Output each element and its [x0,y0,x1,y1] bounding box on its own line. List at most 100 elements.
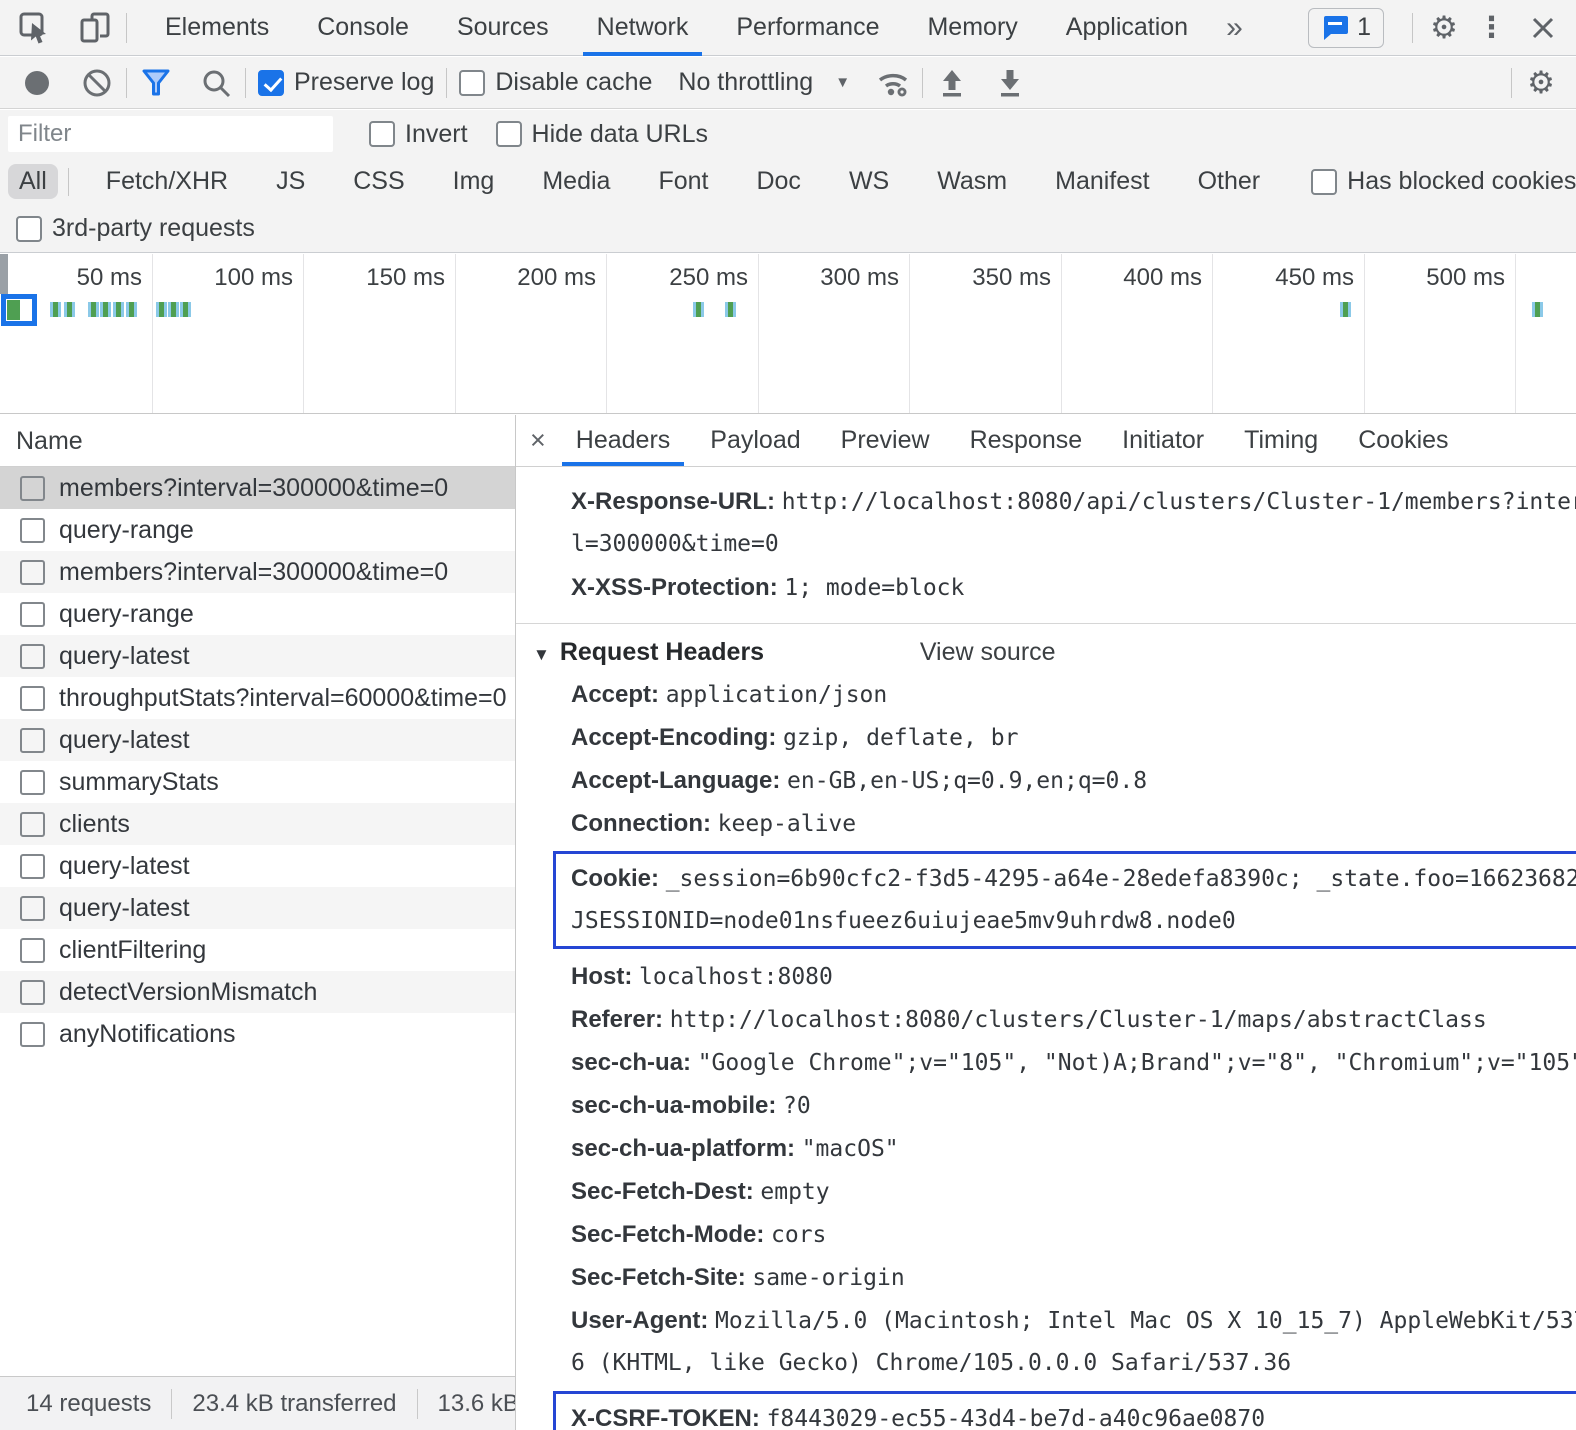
request-row[interactable]: query-range [0,509,515,551]
detail-tab-payload[interactable]: Payload [690,415,820,466]
type-filter-ws[interactable]: WS [838,164,900,199]
invert-checkbox[interactable] [369,121,395,147]
search-icon[interactable] [199,66,233,100]
detail-tabs: × HeadersPayloadPreviewResponseInitiator… [516,415,1576,467]
request-checkbox[interactable] [20,602,45,627]
type-filter-font[interactable]: Font [647,164,719,199]
type-filter-wasm[interactable]: Wasm [926,164,1018,199]
network-conditions-icon[interactable] [876,66,910,100]
request-row[interactable]: throughputStats?interval=60000&time=0 [0,677,515,719]
detail-tab-headers[interactable]: Headers [556,415,691,466]
more-tabs-chevron-icon[interactable]: » [1212,11,1257,45]
waterfall-activity-bar [50,302,61,317]
header-value: l=300000&time=0 [571,531,779,557]
request-row[interactable]: query-latest [0,845,515,887]
request-row[interactable]: clients [0,803,515,845]
tab-elements[interactable]: Elements [141,0,293,56]
type-filter-img[interactable]: Img [442,164,506,199]
request-checkbox[interactable] [20,1022,45,1047]
header-line: JSESSIONID=node01nsfueez6uiujeae5mv9uhrd… [571,900,1576,943]
request-checkbox[interactable] [20,938,45,963]
network-settings-gear-icon[interactable]: ⚙ [1524,66,1558,100]
header-value: "Google Chrome";v="105", "Not)A;Brand";v… [698,1050,1576,1076]
tab-application[interactable]: Application [1042,0,1212,56]
request-row[interactable]: query-latest [0,719,515,761]
network-overview-timeline[interactable]: 50 ms100 ms150 ms200 ms250 ms300 ms350 m… [0,254,1576,414]
disable-cache-checkbox[interactable] [459,70,485,96]
header-name: Accept-Encoding: [571,724,783,751]
tab-memory[interactable]: Memory [903,0,1041,56]
detail-tab-response[interactable]: Response [950,415,1103,466]
filter-row: Invert Hide data URLs [0,110,1576,158]
clear-network-log-icon[interactable] [80,66,114,100]
request-row[interactable]: members?interval=300000&time=0 [0,467,515,509]
request-row[interactable]: query-latest [0,887,515,929]
type-filter-other[interactable]: Other [1187,164,1272,199]
tab-sources[interactable]: Sources [433,0,573,56]
close-detail-icon[interactable]: × [516,415,556,466]
name-column-header[interactable]: Name [0,415,515,467]
third-party-requests-checkbox[interactable] [16,216,42,242]
request-checkbox[interactable] [20,476,45,501]
request-row[interactable]: anyNotifications [0,1013,515,1055]
request-checkbox[interactable] [20,980,45,1005]
tab-performance[interactable]: Performance [712,0,903,56]
type-filter-media[interactable]: Media [531,164,621,199]
header-entry: User-Agent: Mozilla/5.0 (Macintosh; Inte… [571,1299,1576,1385]
detail-tab-cookies[interactable]: Cookies [1338,415,1468,466]
tab-console[interactable]: Console [293,0,433,56]
has-blocked-cookies-checkbox[interactable] [1311,169,1337,195]
request-checkbox[interactable] [20,896,45,921]
type-filter-js[interactable]: JS [265,164,316,199]
header-entry: sec-ch-ua: "Google Chrome";v="105", "Not… [571,1041,1576,1084]
throttling-select[interactable]: No throttling [678,68,813,97]
type-filter-manifest[interactable]: Manifest [1044,164,1160,199]
tab-network[interactable]: Network [573,0,713,56]
invert-label: Invert [405,120,468,149]
type-filter-doc[interactable]: Doc [745,164,811,199]
detail-tab-timing[interactable]: Timing [1224,415,1338,466]
type-filter-fetchxhr[interactable]: Fetch/XHR [95,164,239,199]
header-entry: Cookie: _session=6b90cfc2-f3d5-4295-a64e… [553,851,1576,949]
import-har-icon[interactable] [935,66,969,100]
issues-badge[interactable]: 1 [1308,8,1384,48]
waterfall-activity-bar [693,302,704,317]
request-checkbox[interactable] [20,518,45,543]
header-line: Cookie: _session=6b90cfc2-f3d5-4295-a64e… [571,857,1576,900]
request-checkbox[interactable] [20,560,45,585]
record-network-log-icon[interactable] [20,66,54,100]
request-checkbox[interactable] [20,770,45,795]
type-filter-all[interactable]: All [8,164,58,199]
request-checkbox[interactable] [20,644,45,669]
more-options-icon[interactable]: ⋮ [1461,10,1522,45]
header-line: Sec-Fetch-Dest: empty [571,1170,1576,1213]
waterfall-activity-bar [725,302,736,317]
detail-tab-preview[interactable]: Preview [821,415,950,466]
inspect-element-icon[interactable] [18,11,52,45]
filter-input[interactable] [8,116,333,152]
settings-gear-icon[interactable]: ⚙ [1427,11,1461,45]
device-toolbar-icon[interactable] [78,11,112,45]
request-checkbox[interactable] [20,686,45,711]
close-devtools-icon[interactable] [1526,11,1560,45]
request-row[interactable]: members?interval=300000&time=0 [0,551,515,593]
view-source-link[interactable]: View source [920,638,1056,666]
filter-icon[interactable] [139,66,173,100]
request-row[interactable]: clientFiltering [0,929,515,971]
request-checkbox[interactable] [20,812,45,837]
type-filter-css[interactable]: CSS [342,164,415,199]
has-blocked-cookies-label: Has blocked cookies [1347,167,1576,196]
request-row[interactable]: summaryStats [0,761,515,803]
request-checkbox[interactable] [20,854,45,879]
header-value: same-origin [752,1265,904,1291]
hide-data-urls-checkbox[interactable] [496,121,522,147]
preserve-log-checkbox[interactable] [258,70,284,96]
request-row[interactable]: detectVersionMismatch [0,971,515,1013]
export-har-icon[interactable] [993,66,1027,100]
request-checkbox[interactable] [20,728,45,753]
request-row[interactable]: query-latest [0,635,515,677]
throttling-dropdown-arrow-icon[interactable]: ▼ [835,74,850,91]
request-row[interactable]: query-range [0,593,515,635]
disclosure-triangle-icon[interactable]: ▼ [533,645,550,664]
detail-tab-initiator[interactable]: Initiator [1102,415,1224,466]
